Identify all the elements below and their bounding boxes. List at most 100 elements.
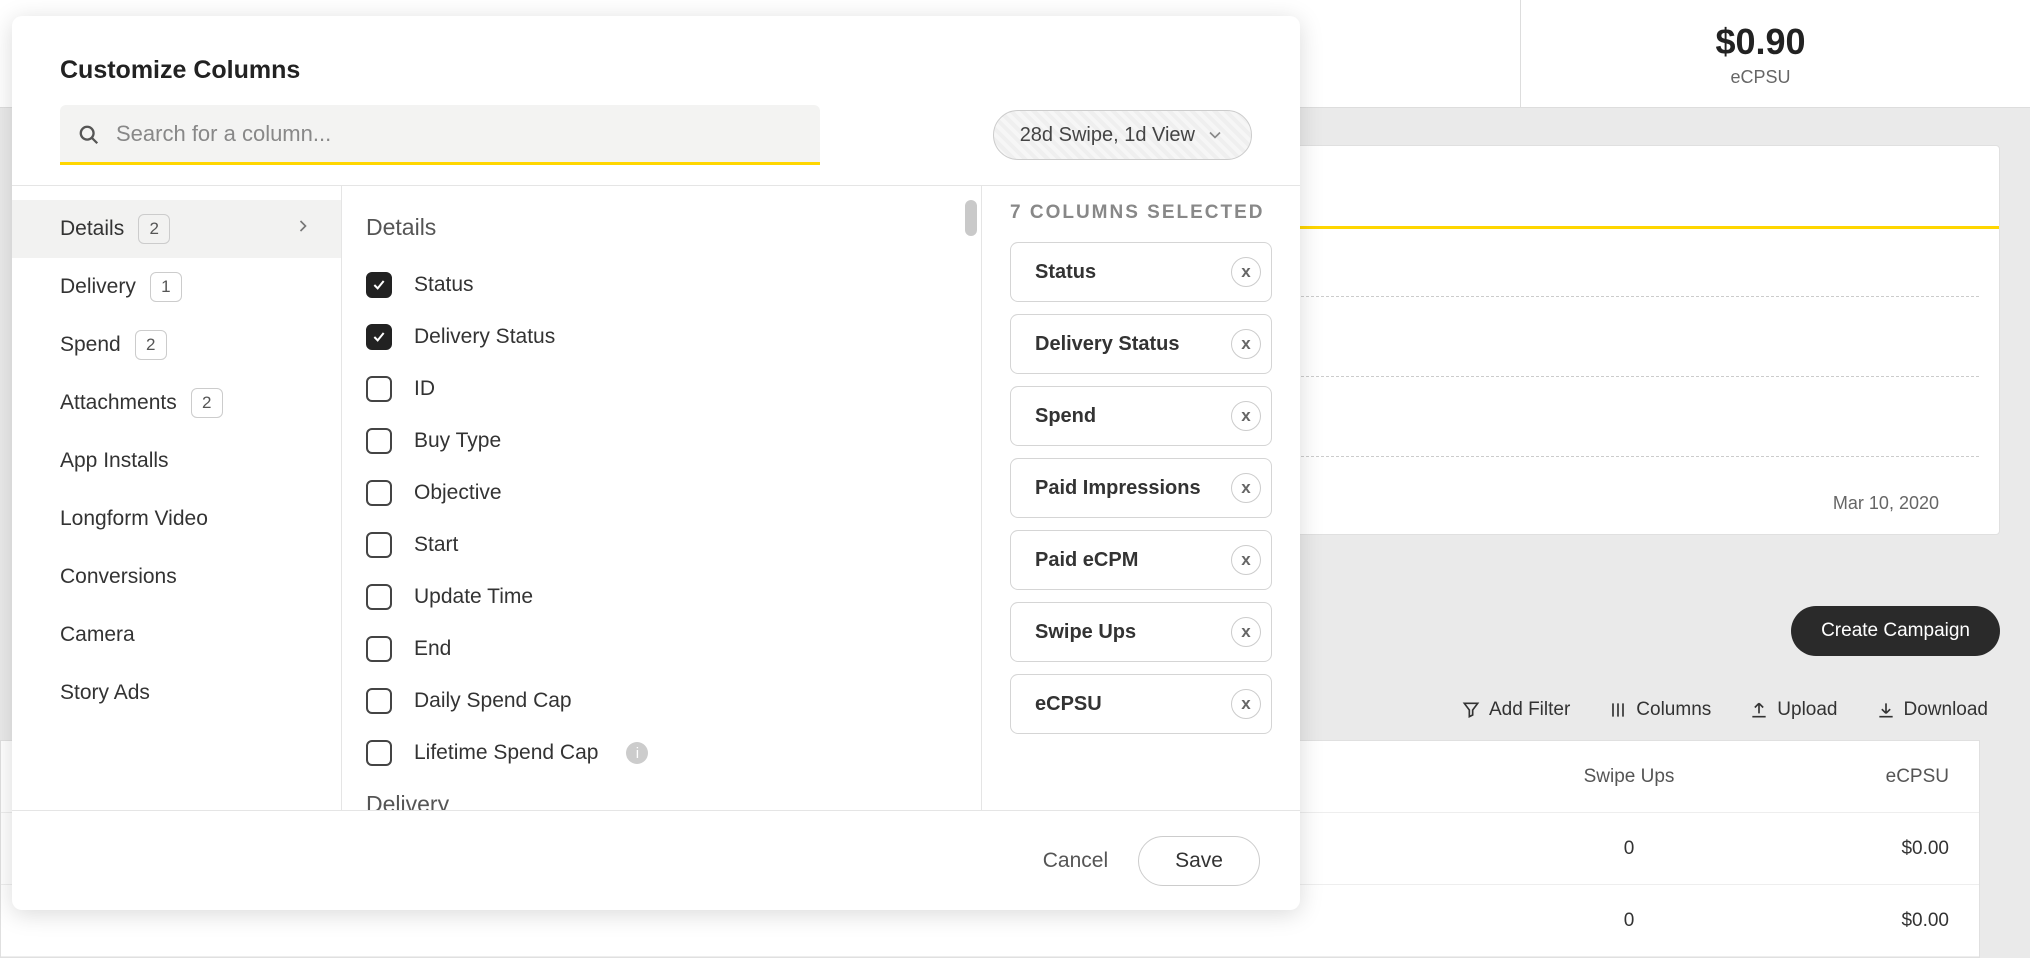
search-icon [78, 124, 100, 146]
category-item-spend[interactable]: Spend2 [12, 316, 341, 374]
scrollbar-thumb[interactable] [965, 200, 977, 236]
column-option-update-time[interactable]: Update Time [366, 571, 941, 623]
table-header-swipe-ups[interactable]: Swipe Ups [1479, 766, 1779, 788]
dialog-title: Customize Columns [60, 56, 1252, 85]
dialog-search-row: 28d Swipe, 1d View [12, 105, 1300, 185]
selected-column-chip[interactable]: Status x [1010, 242, 1272, 302]
category-item-app-installs[interactable]: App Installs [12, 432, 341, 490]
category-label: Details [60, 217, 124, 241]
checkbox[interactable] [366, 584, 392, 610]
column-option-label: Status [414, 273, 474, 297]
cancel-button[interactable]: Cancel [1043, 849, 1108, 873]
category-label: App Installs [60, 449, 169, 473]
columns-icon [1608, 700, 1628, 720]
checkbox[interactable] [366, 428, 392, 454]
filter-icon [1461, 700, 1481, 720]
column-option-delivery-status[interactable]: Delivery Status [366, 311, 941, 363]
column-option-label: Lifetime Spend Cap [414, 741, 598, 765]
chart-x-label: Mar 10, 2020 [1833, 493, 1939, 514]
column-option-label: Delivery Status [414, 325, 555, 349]
add-filter-label: Add Filter [1489, 699, 1570, 721]
category-label: Camera [60, 623, 135, 647]
checkbox[interactable] [366, 740, 392, 766]
checkbox[interactable] [366, 480, 392, 506]
cell-ecpsu: $0.00 [1779, 838, 1979, 860]
dialog-body: Details2Delivery1Spend2Attachments2App I… [12, 185, 1300, 810]
category-count-badge: 2 [191, 388, 223, 418]
column-groups: Details Status Delivery Status ID Buy Type Ob… [366, 214, 981, 810]
attribution-window-dropdown[interactable]: 28d Swipe, 1d View [993, 110, 1252, 160]
add-filter-button[interactable]: Add Filter [1461, 699, 1570, 721]
remove-chip-icon[interactable]: x [1231, 329, 1261, 359]
remove-chip-icon[interactable]: x [1231, 689, 1261, 719]
remove-chip-icon[interactable]: x [1231, 617, 1261, 647]
customize-columns-dialog: Customize Columns 28d Swipe, 1d View Det… [12, 16, 1300, 910]
checkbox[interactable] [366, 636, 392, 662]
selected-column-chip[interactable]: eCPSUx [1010, 674, 1272, 734]
remove-chip-icon[interactable]: x [1231, 257, 1261, 287]
checkbox[interactable] [366, 688, 392, 714]
column-search-input[interactable] [60, 105, 820, 165]
column-option-objective[interactable]: Objective [366, 467, 941, 519]
column-option-start[interactable]: Start [366, 519, 941, 571]
checkbox[interactable] [366, 532, 392, 558]
download-label: Download [1904, 699, 1989, 721]
category-item-attachments[interactable]: Attachments2 [12, 374, 341, 432]
column-option-label: Buy Type [414, 429, 501, 453]
checkbox[interactable] [366, 376, 392, 402]
chevron-down-icon [1205, 125, 1225, 145]
category-item-conversions[interactable]: Conversions [12, 548, 341, 606]
remove-chip-icon[interactable]: x [1231, 473, 1261, 503]
upload-label: Upload [1777, 699, 1837, 721]
category-item-longform-video[interactable]: Longform Video [12, 490, 341, 548]
category-list: Details 2 Delivery 1 Spend2Attachments2 App I… [12, 186, 342, 810]
table-header-ecpsu[interactable]: eCPSU [1779, 766, 1979, 788]
selected-column-chip[interactable]: Paid eCPMx [1010, 530, 1272, 590]
selected-column-chip[interactable]: Spend x [1010, 386, 1272, 446]
column-option-id[interactable]: ID [366, 363, 941, 415]
category-count-badge: 2 [135, 330, 167, 360]
columns-button[interactable]: Columns [1608, 699, 1711, 721]
group-title: Details [366, 214, 941, 241]
chip-label: Status [1035, 261, 1096, 284]
category-label: Conversions [60, 565, 177, 589]
category-count-badge: 1 [150, 272, 182, 302]
download-button[interactable]: Download [1876, 699, 1989, 721]
search-wrapper [60, 105, 820, 165]
selected-column-chip[interactable]: Delivery Statusx [1010, 314, 1272, 374]
download-icon [1876, 700, 1896, 720]
selected-column-chip[interactable]: Paid Impressionsx [1010, 458, 1272, 518]
category-item-story-ads[interactable]: Story Ads [12, 664, 341, 722]
column-option-label: Objective [414, 481, 502, 505]
column-option-end[interactable]: End [366, 623, 941, 675]
column-option-label: Daily Spend Cap [414, 689, 572, 713]
category-label: Delivery [60, 275, 136, 299]
create-campaign-button[interactable]: Create Campaign [1791, 606, 2000, 656]
remove-chip-icon[interactable]: x [1231, 401, 1261, 431]
remove-chip-icon[interactable]: x [1231, 545, 1261, 575]
checkbox[interactable] [366, 324, 392, 350]
column-option-label: End [414, 637, 451, 661]
save-button[interactable]: Save [1138, 836, 1260, 886]
column-option-status[interactable]: Status [366, 259, 941, 311]
column-option-daily-spend-cap[interactable]: Daily Spend Cap [366, 675, 941, 727]
selected-column-chip[interactable]: Swipe Upsx [1010, 602, 1272, 662]
info-icon[interactable]: i [626, 742, 648, 764]
column-option-lifetime-spend-cap[interactable]: Lifetime Spend Cap i [366, 727, 941, 779]
dialog-footer: Cancel Save [12, 810, 1300, 910]
column-option-label: ID [414, 377, 435, 401]
columns-label: Columns [1636, 699, 1711, 721]
upload-button[interactable]: Upload [1749, 699, 1837, 721]
category-label: Story Ads [60, 681, 150, 705]
category-item-delivery[interactable]: Delivery 1 [12, 258, 341, 316]
category-count-badge: 2 [138, 214, 170, 244]
category-item-details[interactable]: Details 2 [12, 200, 341, 258]
category-label: Longform Video [60, 507, 208, 531]
column-option-buy-type[interactable]: Buy Type [366, 415, 941, 467]
chip-label: Spend [1035, 405, 1096, 428]
metric-label: eCPSU [1730, 67, 1790, 88]
cell-swipe-ups: 0 [1479, 838, 1779, 860]
checkbox[interactable] [366, 272, 392, 298]
cell-swipe-ups: 0 [1479, 910, 1779, 932]
category-item-camera[interactable]: Camera [12, 606, 341, 664]
